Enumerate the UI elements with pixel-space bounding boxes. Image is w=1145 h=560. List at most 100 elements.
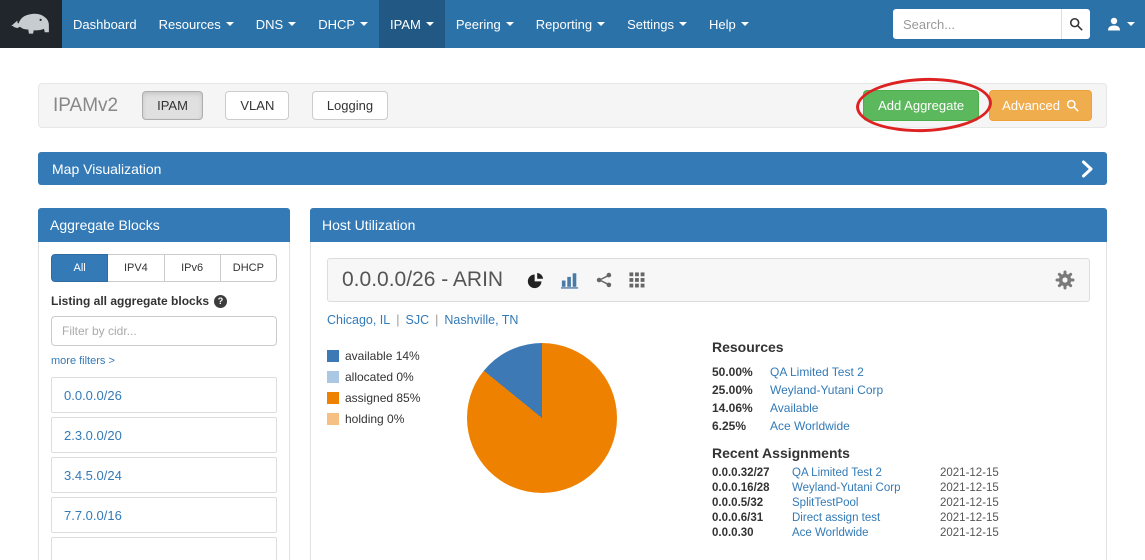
caret-down-icon (1127, 22, 1135, 26)
aggregate-block-row[interactable]: 0.0.0.0/26 (51, 377, 277, 413)
advanced-button[interactable]: Advanced (989, 90, 1092, 121)
chevron-right-icon[interactable] (1081, 160, 1093, 178)
tab-ipam[interactable]: IPAM (142, 91, 203, 120)
nav-item-label: Reporting (536, 17, 592, 32)
nav-item-resources[interactable]: Resources (148, 0, 245, 48)
nav-item-label: IPAM (390, 17, 421, 32)
nav-item-dashboard[interactable]: Dashboard (62, 0, 148, 48)
aggregate-block-row[interactable]: 2.3.0.0/20 (51, 417, 277, 453)
tab-ipv4[interactable]: IPV4 (108, 254, 164, 282)
legend-item: available 14% (327, 349, 467, 363)
resource-link[interactable]: Weyland-Yutani Corp (770, 383, 1032, 397)
resource-percent: 6.25% (712, 419, 764, 433)
tab-dhcp[interactable]: DHCP (221, 254, 277, 282)
view-icons (527, 272, 645, 289)
resources-heading: Resources (712, 339, 1032, 355)
nav-item-settings[interactable]: Settings (616, 0, 698, 48)
tab-vlan[interactable]: VLAN (225, 91, 289, 120)
resource-link[interactable]: Available (770, 401, 1032, 415)
resource-percent: 50.00% (712, 365, 764, 379)
aggregate-block-row[interactable] (51, 537, 277, 560)
aggregate-blocks-panel: Aggregate Blocks All IPV4 IPv6 DHCP List… (38, 208, 290, 560)
assignment-date: 2021-12-15 (940, 527, 1010, 539)
gear-icon[interactable] (1055, 270, 1075, 290)
user-icon (1106, 16, 1122, 32)
region-link[interactable]: SJC (405, 313, 429, 327)
recent-assignment-row: 0.0.0.30Ace Worldwide2021-12-15 (712, 527, 1032, 539)
assignment-cidr: 0.0.0.5/32 (712, 497, 786, 509)
legend-label: allocated 0% (345, 370, 414, 384)
nav-item-dhcp[interactable]: DHCP (307, 0, 379, 48)
legend-item: holding 0% (327, 412, 467, 426)
nav-item-label: DNS (256, 17, 283, 32)
nav-item-peering[interactable]: Peering (445, 0, 525, 48)
add-aggregate-button[interactable]: Add Aggregate (863, 90, 979, 121)
grid-view-icon[interactable] (629, 272, 645, 288)
nav-item-label: Resources (159, 17, 221, 32)
user-menu[interactable] (1106, 16, 1135, 32)
legend-label: holding 0% (345, 412, 404, 426)
aggregate-block-row[interactable]: 3.4.5.0/24 (51, 457, 277, 493)
bar-chart-icon[interactable] (561, 272, 579, 289)
resource-row: 6.25% Ace Worldwide (712, 419, 1032, 433)
region-separator: | (435, 313, 438, 327)
resource-link[interactable]: QA Limited Test 2 (770, 365, 1032, 379)
panel-title: Host Utilization (322, 217, 415, 233)
aggregate-block-row[interactable]: 7.7.0.0/16 (51, 497, 277, 533)
block-title: 0.0.0.0/26 - ARIN (342, 268, 503, 292)
share-icon[interactable] (596, 272, 612, 288)
app-logo[interactable] (0, 0, 62, 48)
search-button[interactable] (1061, 9, 1090, 39)
assignment-link[interactable]: SplitTestPool (792, 497, 934, 509)
nav-item-reporting[interactable]: Reporting (525, 0, 616, 48)
aggregate-blocks-header: Aggregate Blocks (38, 208, 290, 242)
utilization-pie (467, 343, 617, 493)
caret-down-icon (226, 22, 234, 26)
nav-item-dns[interactable]: DNS (245, 0, 307, 48)
resource-percent: 14.06% (712, 401, 764, 415)
caret-down-icon (426, 22, 434, 26)
search-input[interactable] (893, 9, 1061, 39)
resource-link[interactable]: Ace Worldwide (770, 419, 1032, 433)
aggregate-block-cidr: 2.3.0.0/20 (64, 428, 122, 443)
assignment-date: 2021-12-15 (940, 482, 1010, 494)
aggregate-block-cidr: 3.4.5.0/24 (64, 468, 122, 483)
nav-item-ipam[interactable]: IPAM (379, 0, 445, 48)
listing-label: Listing all aggregate blocks ? (51, 294, 277, 308)
listing-label-text: Listing all aggregate blocks (51, 294, 209, 308)
pie-chart-icon[interactable] (527, 272, 544, 289)
search-icon (1066, 99, 1079, 112)
assignment-link[interactable]: Weyland-Yutani Corp (792, 482, 934, 494)
toolbar-right: Add Aggregate Advanced (863, 90, 1092, 121)
recent-assignment-row: 0.0.0.16/28Weyland-Yutani Corp2021-12-15 (712, 482, 1032, 494)
region-link[interactable]: Chicago, IL (327, 313, 390, 327)
legend-swatch (327, 392, 339, 404)
assignment-link[interactable]: QA Limited Test 2 (792, 467, 934, 479)
main-nav: Dashboard Resources DNS DHCP IPAM Peerin… (62, 0, 760, 48)
nav-item-label: Dashboard (73, 17, 137, 32)
tab-ipv6[interactable]: IPv6 (165, 254, 221, 282)
top-navbar: Dashboard Resources DNS DHCP IPAM Peerin… (0, 0, 1145, 48)
host-utilization-body: 0.0.0.0/26 - ARIN (310, 242, 1107, 560)
page-container: IPAMv2 IPAM VLAN Logging Add Aggregate A… (38, 83, 1107, 560)
aggregate-filter-tabs: All IPV4 IPv6 DHCP (51, 254, 277, 282)
legend-item: allocated 0% (327, 370, 467, 384)
caret-down-icon (741, 22, 749, 26)
nav-item-help[interactable]: Help (698, 0, 760, 48)
legend-swatch (327, 371, 339, 383)
tab-all[interactable]: All (51, 254, 108, 282)
pie-legend: available 14% allocated 0% assigned 85% … (327, 349, 467, 426)
assignment-link[interactable]: Ace Worldwide (792, 527, 934, 539)
search-icon (1069, 17, 1083, 31)
map-visualization-title: Map Visualization (52, 161, 161, 177)
tab-logging[interactable]: Logging (312, 91, 388, 120)
region-link[interactable]: Nashville, TN (444, 313, 518, 327)
help-icon[interactable]: ? (214, 295, 227, 308)
nav-item-label: Help (709, 17, 736, 32)
cidr-filter-input[interactable] (51, 316, 277, 346)
assignment-link[interactable]: Direct assign test (792, 512, 934, 524)
resource-row: 25.00%Weyland-Yutani Corp (712, 383, 1032, 397)
utilization-chart-row: available 14% allocated 0% assigned 85% … (327, 337, 1090, 542)
more-filters-link[interactable]: more filters > (51, 355, 115, 367)
map-visualization-bar[interactable]: Map Visualization (38, 152, 1107, 185)
